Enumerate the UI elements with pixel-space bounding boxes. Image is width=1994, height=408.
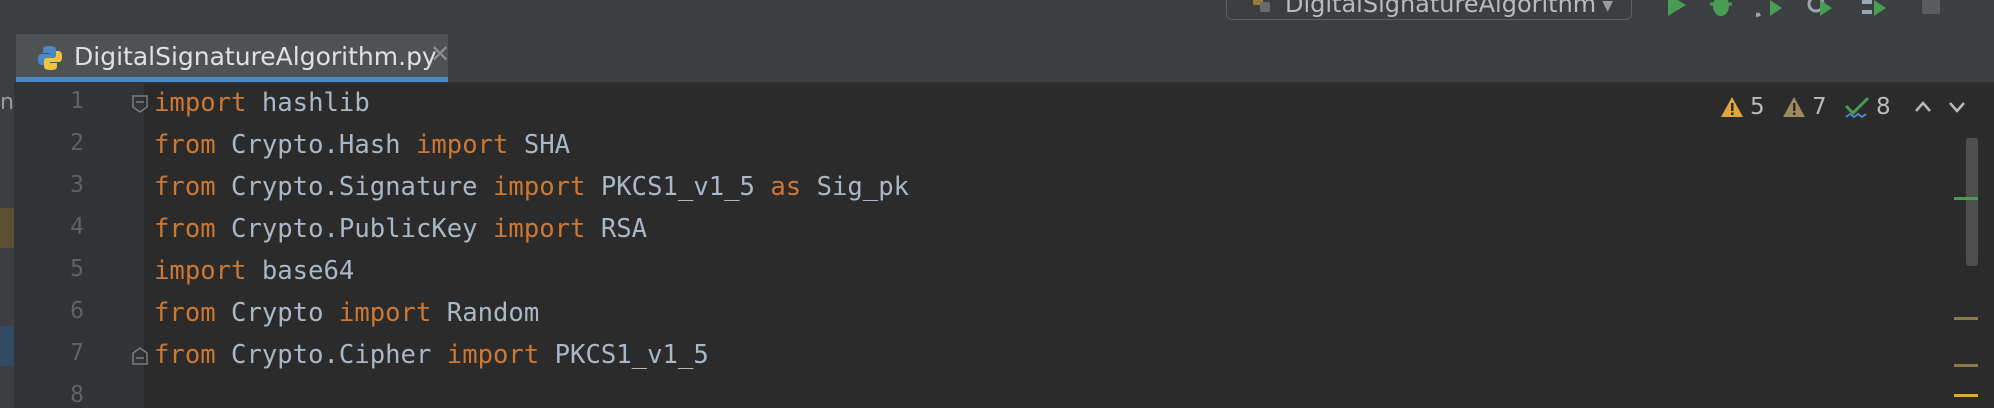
code-token: base64 <box>246 256 355 286</box>
editor-tab-bar: DigitalSignatureAlgorithm.py ✕ <box>0 26 1994 83</box>
profile-icon[interactable] <box>1806 0 1836 20</box>
code-token: Crypto.Cipher <box>215 340 447 370</box>
keyword-token: from <box>154 130 216 160</box>
keyword-token: from <box>154 298 216 328</box>
code-token: Crypto <box>215 298 339 328</box>
debug-icon[interactable] <box>1706 0 1736 20</box>
keyword-token: import <box>154 256 247 286</box>
close-icon[interactable]: ✕ <box>430 40 450 68</box>
python-file-icon <box>38 46 62 70</box>
code-token: hashlib <box>246 88 370 118</box>
line-number: 6 <box>70 298 84 324</box>
line-number: 8 <box>70 382 84 408</box>
stop-icon[interactable] <box>1916 0 1946 20</box>
code-token: Sig_pk <box>801 172 910 202</box>
warning-marker[interactable] <box>1954 317 1978 320</box>
warning-count: 5 <box>1750 94 1765 120</box>
run-configuration-label: DigitalSignatureAlgorithm <box>1285 0 1597 18</box>
keyword-token: import <box>415 130 509 160</box>
keyword-token: import <box>493 172 586 202</box>
keyword-token: from <box>154 172 216 202</box>
code-token: Crypto.PublicKey <box>215 214 493 244</box>
line-number: 3 <box>70 172 84 198</box>
left-tool-strip: nF <box>0 82 27 408</box>
line-number-gutter: 1 2 3 4 5 6 7 8 <box>14 82 148 408</box>
code-line[interactable]: import hashlib <box>154 82 370 124</box>
keyword-token: import <box>493 214 586 244</box>
code-editor[interactable]: import hashlib from Crypto.Hash import S… <box>154 82 1954 408</box>
keyword-token: as <box>770 172 802 202</box>
line-number: 4 <box>70 214 84 240</box>
chevron-down-icon[interactable] <box>1948 100 1966 114</box>
left-strip-highlight <box>0 208 14 248</box>
keyword-token: from <box>154 214 216 244</box>
warning-marker[interactable] <box>1954 394 1978 397</box>
code-line[interactable]: from Crypto.Cipher import PKCS1_v1_5 <box>154 334 709 376</box>
code-line[interactable]: from Crypto.Hash import SHA <box>154 124 570 166</box>
line-number: 2 <box>70 130 84 156</box>
weak-warning-count: 7 <box>1812 94 1827 120</box>
code-token: PKCS1_v1_5 <box>585 172 771 202</box>
run-configuration-selector[interactable]: DigitalSignatureAlgorithm ▼ <box>1226 0 1632 20</box>
typo-count: 8 <box>1876 94 1891 120</box>
line-number: 7 <box>70 340 84 366</box>
editor-tab[interactable]: DigitalSignatureAlgorithm.py ✕ <box>16 34 450 82</box>
concurrency-diagram-icon[interactable] <box>1860 0 1890 20</box>
keyword-token: import <box>338 298 432 328</box>
fold-start-icon[interactable] <box>132 95 148 113</box>
python-config-icon <box>1253 0 1270 12</box>
line-number: 1 <box>70 88 84 114</box>
warning-marker[interactable] <box>1954 364 1978 367</box>
change-marker[interactable] <box>1954 197 1978 200</box>
code-token: PKCS1_v1_5 <box>539 340 709 370</box>
weak-warning-icon <box>1783 97 1805 117</box>
code-line[interactable]: from Crypto import Random <box>154 292 539 334</box>
code-token: SHA <box>508 130 571 160</box>
line-number: 5 <box>70 256 84 282</box>
code-token: Random <box>431 298 540 328</box>
code-token: Crypto.Hash <box>215 130 416 160</box>
code-line[interactable]: from Crypto.Signature import PKCS1_v1_5 … <box>154 166 909 208</box>
main-toolbar: DigitalSignatureAlgorithm ▼ <box>0 0 1994 27</box>
chevron-up-icon[interactable] <box>1914 100 1932 114</box>
keyword-token: import <box>446 340 540 370</box>
code-line[interactable]: import base64 <box>154 250 354 292</box>
chevron-down-icon: ▼ <box>1602 0 1613 14</box>
vertical-scrollbar[interactable] <box>1966 138 1978 266</box>
code-line[interactable]: from Crypto.PublicKey import RSA <box>154 208 647 250</box>
fold-end-icon[interactable] <box>132 347 148 365</box>
run-icon[interactable] <box>1662 0 1692 20</box>
typo-icon <box>1844 96 1870 119</box>
code-token: RSA <box>585 214 648 244</box>
left-strip-selection <box>0 326 14 366</box>
keyword-token: import <box>154 88 247 118</box>
warning-icon <box>1721 97 1743 117</box>
keyword-token: from <box>154 340 216 370</box>
run-with-coverage-icon[interactable] <box>1756 0 1786 20</box>
code-token: Crypto.Signature <box>215 172 493 202</box>
tab-label: DigitalSignatureAlgorithm.py <box>74 42 437 71</box>
inspection-widget[interactable]: 5 7 8 <box>1720 90 1972 126</box>
